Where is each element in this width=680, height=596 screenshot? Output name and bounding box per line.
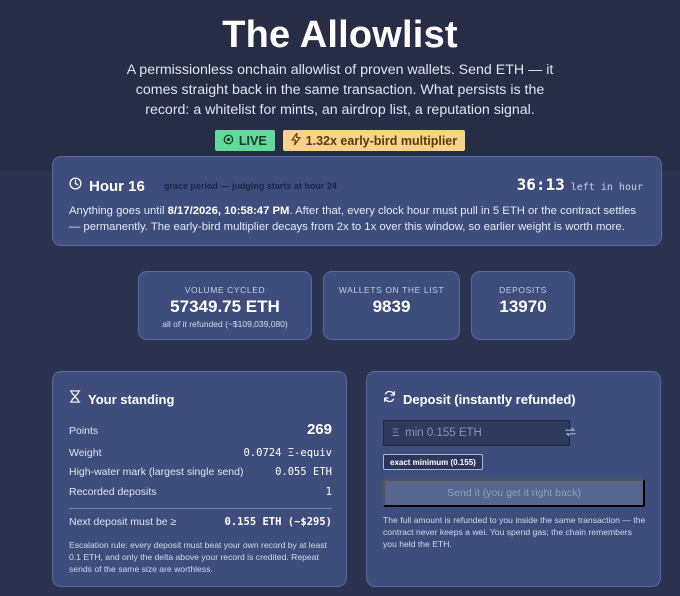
points-row: Points 269 <box>69 421 332 438</box>
multiplier-badge-label: 1.32x early-bird multiplier <box>305 133 458 148</box>
stat-value: 57349.75 ETH <box>170 297 280 316</box>
stat-label: VOLUME CYCLED <box>184 285 266 295</box>
page: The Allowlist A permissionless onchain a… <box>0 0 680 596</box>
recorded-deposits-row: Recorded deposits 1 <box>69 486 332 498</box>
deposit-title: Deposit (instantly refunded) <box>403 391 576 407</box>
swap-arrows-icon[interactable] <box>565 427 576 440</box>
stat-deposits: DEPOSITS 13970 <box>471 271 575 340</box>
countdown-time: 36:13 <box>516 175 565 194</box>
exact-minimum-button[interactable]: exact minimum (0.155) <box>383 454 483 470</box>
standing-title: Your standing <box>88 391 175 407</box>
live-badge: LIVE <box>214 130 275 151</box>
refund-note: The full amount is refunded to you insid… <box>383 515 646 549</box>
deposit-card: Deposit (instantly refunded) Ξ exact min… <box>366 371 661 587</box>
recorded-deposits-value: 1 <box>325 486 332 498</box>
stat-wallets: WALLETS ON THE LIST 9839 <box>323 271 460 340</box>
stat-volume-cycled: VOLUME CYCLED 57349.75 ETH all of it ref… <box>138 271 312 340</box>
hour-deadline: 8/17/2026, 10:58:47 PM <box>167 205 290 217</box>
send-button[interactable]: Send it (you get it right back) <box>383 479 645 507</box>
standing-header: Your standing <box>69 390 174 408</box>
stat-sub: all of it refunded (~$109,039,080) <box>162 319 288 329</box>
hour-header: Hour 16 grace period — judging starts at… <box>69 177 337 195</box>
standing-divider <box>69 508 332 509</box>
countdown-label: left in hour <box>570 182 643 193</box>
hero-section: The Allowlist A permissionless onchain a… <box>0 0 680 170</box>
hour-description: Anything goes until 8/17/2026, 10:58:47 … <box>69 203 644 235</box>
stat-label: WALLETS ON THE LIST <box>338 285 445 295</box>
page-subtitle: A permissionless onchain allowlist of pr… <box>126 62 554 118</box>
eth-symbol-icon: Ξ <box>392 427 400 439</box>
escalation-rule: Escalation rule: every deposit must beat… <box>69 540 327 574</box>
hour-countdown: 36:13 left in hour <box>517 175 643 194</box>
circle-dot-icon <box>223 134 234 148</box>
hourglass-icon <box>69 390 81 408</box>
stat-value: 13970 <box>499 297 547 316</box>
clock-icon <box>69 177 82 195</box>
high-water-mark-value: 0.055 ETH <box>275 466 332 478</box>
points-value: 269 <box>306 421 332 438</box>
grace-period-label: grace period — judging starts at hour 24 <box>163 181 337 191</box>
refresh-icon <box>383 390 396 408</box>
multiplier-badge: 1.32x early-bird multiplier <box>282 130 466 151</box>
deposit-amount-input[interactable] <box>405 427 560 439</box>
deposit-header: Deposit (instantly refunded) <box>383 390 576 408</box>
stat-value: 9839 <box>372 297 411 316</box>
hour-title: Hour 16 <box>89 177 145 195</box>
status-badges: LIVE 1.32x early-bird multiplier <box>0 130 680 151</box>
hour-text-pre: Anything goes until <box>69 205 168 217</box>
standing-card: Your standing Points 269 Weight 0.0724 Ξ… <box>52 371 347 587</box>
live-badge-label: LIVE <box>238 133 267 148</box>
hour-card: Hour 16 grace period — judging starts at… <box>52 156 662 246</box>
weight-label: Weight <box>69 447 102 459</box>
weight-value: 0.0724 Ξ-equiv <box>243 447 332 459</box>
next-deposit-value: 0.155 ETH (~$295) <box>224 516 332 528</box>
recorded-deposits-label: Recorded deposits <box>69 486 157 498</box>
high-water-mark-row: High-water mark (largest single send) 0.… <box>69 466 332 478</box>
lightning-icon <box>291 132 301 148</box>
next-deposit-label: Next deposit must be ≥ <box>69 516 177 528</box>
stat-label: DEPOSITS <box>499 285 547 295</box>
high-water-mark-label: High-water mark (largest single send) <box>69 466 244 478</box>
points-label: Points <box>69 425 99 437</box>
weight-row: Weight 0.0724 Ξ-equiv <box>69 447 332 459</box>
deposit-amount-field[interactable]: Ξ <box>383 420 576 446</box>
next-deposit-row: Next deposit must be ≥ 0.155 ETH (~$295) <box>69 516 332 528</box>
page-title: The Allowlist <box>222 14 458 56</box>
